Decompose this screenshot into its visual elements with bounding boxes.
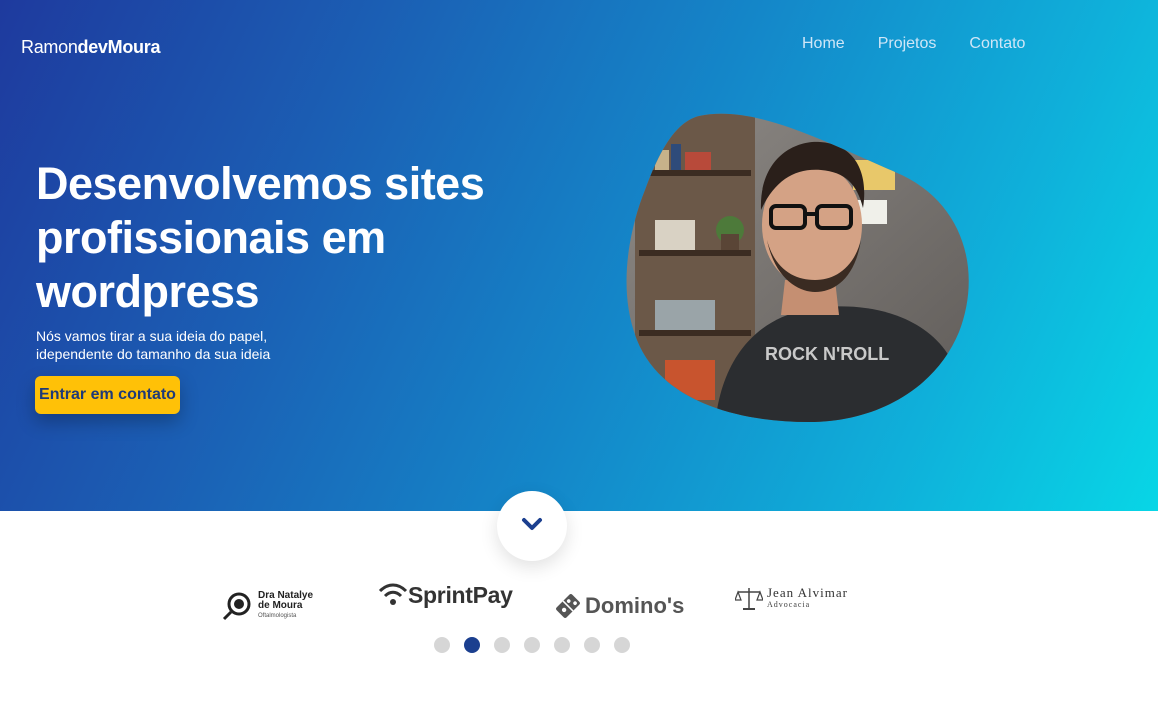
hero-section: RamondevMoura Home Projetos Contato Dese… (0, 0, 1158, 511)
eye-icon (222, 590, 254, 622)
nav-contato[interactable]: Contato (969, 35, 1025, 53)
client-logo-dra-natalye: Dra Natalye de Moura Oftalmologista (222, 590, 313, 622)
hero-headline: Desenvolvemos sites profissionais em wor… (36, 158, 485, 317)
client-logo-jean-alvimar: Jean Alvimar Advocacia (734, 585, 848, 612)
chevron-down-icon (521, 517, 543, 536)
wifi-icon (378, 583, 408, 609)
carousel-dot-5[interactable] (554, 637, 570, 653)
scales-of-justice-icon (734, 586, 764, 612)
carousel-dot-3[interactable] (494, 637, 510, 653)
carousel-dot-6[interactable] (584, 637, 600, 653)
jean-specialty: Advocacia (767, 600, 811, 609)
carousel-dot-1[interactable] (434, 637, 450, 653)
nav-projetos[interactable]: Projetos (878, 35, 937, 53)
dra-specialty: Oftalmologista (258, 613, 297, 619)
carousel-dot-7[interactable] (614, 637, 630, 653)
carousel-pagination (434, 637, 630, 653)
client-logo-sprintpay: SprintPay (378, 582, 513, 609)
main-nav: Home Projetos Contato (802, 35, 1025, 53)
hero-subtitle-line-1: Nós vamos tirar a sua ideia do papel, (36, 328, 268, 344)
client-logo-dominos: Domino's (553, 591, 684, 621)
contact-button[interactable]: Entrar em contato (35, 376, 180, 414)
domino-tile-icon (553, 591, 583, 621)
dominos-name: Domino's (585, 593, 685, 618)
site-logo[interactable]: RamondevMoura (21, 37, 160, 58)
logo-part-ramon: Ramon (21, 37, 78, 57)
hero-subtitle: Nós vamos tirar a sua ideia do papel, id… (36, 327, 270, 363)
carousel-dot-2[interactable] (464, 637, 480, 653)
nav-home[interactable]: Home (802, 35, 845, 53)
scroll-down-button[interactable] (497, 491, 567, 561)
logo-part-dev: dev (77, 37, 108, 57)
profile-photo: ROCK N'ROLL (625, 110, 975, 425)
dra-name-line-2: de Moura (258, 600, 303, 611)
carousel-dot-4[interactable] (524, 637, 540, 653)
hero-subtitle-line-2: idependente do tamanho da sua ideia (36, 346, 271, 362)
logo-part-moura: Moura (107, 37, 161, 57)
svg-text:ROCK N'ROLL: ROCK N'ROLL (765, 344, 889, 364)
sprintpay-name: SprintPay (408, 582, 513, 608)
jean-name: Jean Alvimar (767, 585, 848, 600)
client-logos-carousel: Dra Natalye de Moura Oftalmologista Spri… (0, 578, 1158, 628)
